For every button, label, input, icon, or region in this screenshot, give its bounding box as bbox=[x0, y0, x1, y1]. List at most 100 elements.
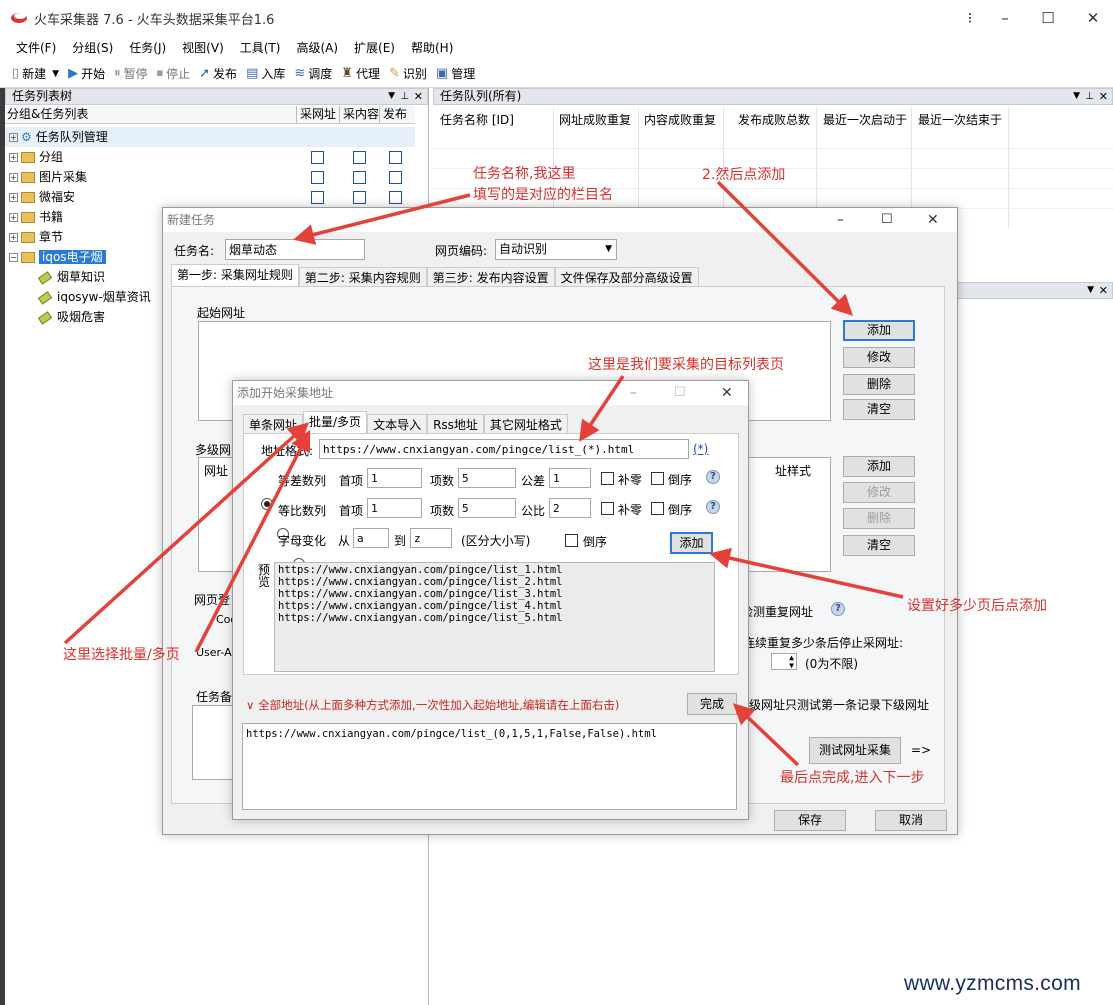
help-icon[interactable]: ? bbox=[831, 602, 845, 616]
col-task-name[interactable]: 任务名称 [ID] bbox=[440, 111, 514, 128]
expand-icon[interactable]: + bbox=[9, 193, 18, 202]
arith-radio[interactable] bbox=[261, 497, 273, 510]
tree-row[interactable]: + 分组 bbox=[5, 147, 415, 167]
menu-advanced[interactable]: 高级(A) bbox=[288, 36, 346, 60]
geo-first-input[interactable] bbox=[367, 498, 422, 518]
tab-step1[interactable]: 第一步: 采集网址规则 bbox=[171, 264, 299, 286]
encoding-select[interactable]: 自动识别 ▼ bbox=[495, 239, 617, 260]
test-url-button[interactable]: 测试网址采集 bbox=[809, 737, 901, 764]
arith-reverse-checkbox[interactable] bbox=[651, 472, 664, 485]
cancel-button[interactable]: 取消 bbox=[875, 810, 947, 831]
dialog-maximize-button[interactable]: ☐ bbox=[674, 381, 686, 405]
expand-icon[interactable]: + bbox=[9, 173, 18, 182]
geo-ratio-input[interactable] bbox=[549, 498, 591, 518]
col-url-stats[interactable]: 网址成败重复 bbox=[559, 111, 631, 128]
geo-count-input[interactable] bbox=[458, 498, 516, 518]
close-button[interactable]: ✕ bbox=[1078, 6, 1108, 30]
arith-first-input[interactable] bbox=[367, 468, 422, 488]
tree-row[interactable]: + 微福安 bbox=[5, 187, 415, 207]
edit-start-url-button[interactable]: 修改 bbox=[843, 347, 915, 368]
tab-advanced[interactable]: 文件保存及部分高级设置 bbox=[554, 267, 699, 287]
pane-close-icon[interactable]: ✕ bbox=[1099, 283, 1108, 298]
maximize-button[interactable]: ☐ bbox=[1033, 6, 1063, 30]
checkbox[interactable] bbox=[389, 171, 402, 184]
arith-pad-checkbox[interactable] bbox=[601, 472, 614, 485]
publish-button[interactable]: ➚ 发布 bbox=[199, 65, 237, 82]
import-button[interactable]: ▤ 入库 bbox=[246, 65, 285, 82]
tree-row[interactable]: + ⚙ 任务队列管理 bbox=[5, 127, 415, 147]
checkbox[interactable] bbox=[311, 191, 324, 204]
geo-pad-checkbox[interactable] bbox=[601, 502, 614, 515]
dialog-close-button[interactable]: ✕ bbox=[927, 208, 939, 232]
collapse-icon[interactable]: − bbox=[9, 253, 18, 262]
menu-task[interactable]: 任务(J) bbox=[121, 36, 174, 60]
checkbox[interactable] bbox=[311, 171, 324, 184]
arith-count-input[interactable] bbox=[458, 468, 516, 488]
letter-from-input[interactable] bbox=[353, 528, 389, 548]
tab-step3[interactable]: 第三步: 发布内容设置 bbox=[426, 267, 555, 287]
dropdown-icon[interactable]: ▼ bbox=[1087, 283, 1094, 298]
expand-icon[interactable]: + bbox=[9, 153, 18, 162]
all-urls-textarea[interactable]: https://www.cnxiangyan.com/pingce/list_(… bbox=[242, 723, 737, 810]
pin-icon[interactable]: ⊥ bbox=[1085, 89, 1094, 104]
checkbox[interactable] bbox=[353, 151, 366, 164]
pane-close-icon[interactable]: ✕ bbox=[1099, 89, 1108, 104]
insert-wildcard-link[interactable]: (*) bbox=[693, 442, 708, 456]
add-level-button[interactable]: 添加 bbox=[843, 456, 915, 477]
tab-text-import[interactable]: 文本导入 bbox=[367, 414, 428, 434]
pause-button[interactable]: ⏸ 暂停 bbox=[114, 65, 148, 82]
checkbox[interactable] bbox=[389, 151, 402, 164]
expand-icon[interactable]: + bbox=[9, 233, 18, 242]
menu-extend[interactable]: 扩展(E) bbox=[346, 36, 403, 60]
new-button[interactable]: ▯ 新建 ▼ bbox=[12, 65, 59, 82]
col-task-list[interactable]: 分组&任务列表 bbox=[7, 106, 88, 123]
col-publish[interactable]: 发布 bbox=[379, 106, 407, 123]
col-last-end[interactable]: 最近一次结束于 bbox=[918, 111, 1002, 128]
menu-file[interactable]: 文件(F) bbox=[8, 36, 64, 60]
stop-button[interactable]: ⏹ 停止 bbox=[157, 65, 191, 82]
clear-level-button[interactable]: 清空 bbox=[843, 535, 915, 556]
checkbox[interactable] bbox=[353, 171, 366, 184]
letter-reverse-checkbox[interactable] bbox=[565, 534, 578, 547]
menu-tools[interactable]: 工具(T) bbox=[232, 36, 289, 60]
col-collect-content[interactable]: 采内容 bbox=[339, 106, 379, 123]
checkbox[interactable] bbox=[389, 191, 402, 204]
more-icon[interactable]: ⁝ bbox=[955, 6, 985, 30]
recognize-button[interactable]: ✎ 识别 bbox=[389, 65, 427, 82]
col-last-start[interactable]: 最近一次启动于 bbox=[823, 111, 907, 128]
done-button[interactable]: 完成 bbox=[687, 693, 737, 715]
tab-step2[interactable]: 第二步: 采集内容规则 bbox=[298, 267, 427, 287]
tab-single-url[interactable]: 单条网址 bbox=[243, 414, 304, 434]
manage-button[interactable]: ▣ 管理 bbox=[436, 65, 475, 82]
expand-icon[interactable]: + bbox=[9, 133, 18, 142]
col-publish-stats[interactable]: 发布成败总数 bbox=[738, 111, 810, 128]
letter-to-input[interactable] bbox=[410, 528, 452, 548]
dropdown-icon[interactable]: ▼ bbox=[1073, 89, 1080, 104]
clear-start-url-button[interactable]: 清空 bbox=[843, 399, 915, 420]
arith-diff-input[interactable] bbox=[549, 468, 591, 488]
help-icon[interactable]: ? bbox=[706, 500, 720, 514]
tab-batch-pages[interactable]: 批量/多页 bbox=[303, 411, 368, 433]
dialog-minimize-button[interactable]: – bbox=[630, 381, 637, 405]
pane-close-icon[interactable]: ✕ bbox=[414, 89, 423, 104]
add-batch-button[interactable]: 添加 bbox=[670, 532, 713, 554]
dialog-maximize-button[interactable]: ☐ bbox=[881, 208, 893, 232]
stop-after-stepper[interactable]: ▲ ▼ bbox=[771, 653, 797, 670]
save-button[interactable]: 保存 bbox=[774, 810, 846, 831]
tab-other-format[interactable]: 其它网址格式 bbox=[483, 414, 568, 434]
col-content-stats[interactable]: 内容成败重复 bbox=[644, 111, 716, 128]
add-start-url-button[interactable]: 添加 bbox=[843, 320, 915, 341]
geo-reverse-checkbox[interactable] bbox=[651, 502, 664, 515]
tree-row[interactable]: + 图片采集 bbox=[5, 167, 415, 187]
schedule-button[interactable]: ≋ 调度 bbox=[294, 65, 332, 82]
help-icon[interactable]: ? bbox=[706, 470, 720, 484]
dialog-minimize-button[interactable]: – bbox=[837, 208, 844, 232]
dropdown-icon[interactable]: ▼ bbox=[388, 89, 395, 104]
url-format-input[interactable] bbox=[319, 439, 689, 459]
checkbox[interactable] bbox=[311, 151, 324, 164]
menu-help[interactable]: 帮助(H) bbox=[403, 36, 461, 60]
col-collect-url[interactable]: 采网址 bbox=[296, 106, 336, 123]
task-name-input[interactable] bbox=[225, 239, 365, 260]
menu-group[interactable]: 分组(S) bbox=[64, 36, 121, 60]
pin-icon[interactable]: ⊥ bbox=[400, 89, 409, 104]
